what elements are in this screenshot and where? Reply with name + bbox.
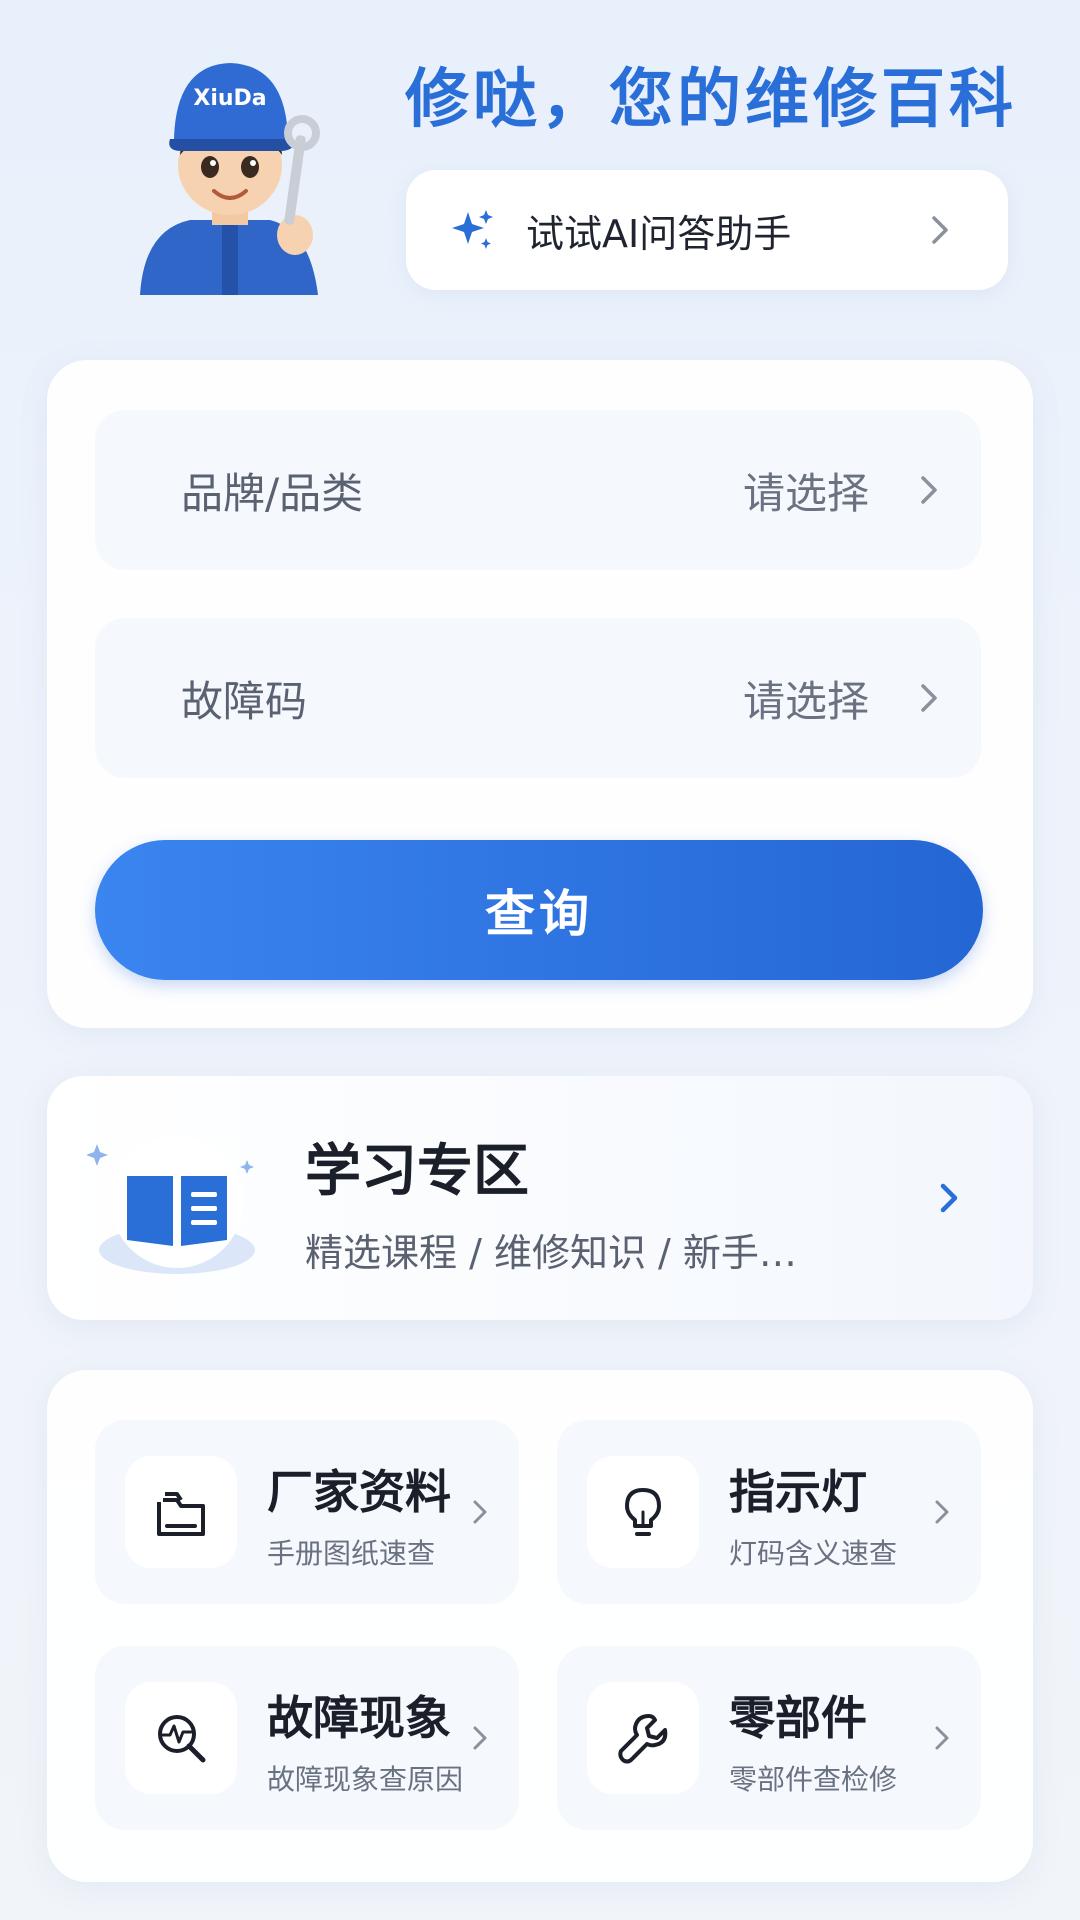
mascot-avatar: XiuDa [140,63,320,295]
headline: 修哒，您的维修百科 [405,63,1017,137]
spare-parts-tile[interactable]: 零部件 零部件查检修 [557,1646,981,1830]
chevron-right-icon [473,1726,487,1750]
fault-symptom-tile[interactable]: 故障现象 故障现象查原因 [95,1646,519,1830]
tile-subtitle: 灯码含义速查 [729,1537,898,1570]
book-icon [87,1136,255,1274]
tools-grid: 厂家资料 手册图纸速查 指示灯 灯码含义速查 故障现象 故障现象查原因 零部件 … [47,1370,1033,1882]
tile-title: 故障现象 [267,1691,451,1745]
diagnostic-search-icon [158,1715,206,1763]
learning-zone-card[interactable]: 学习专区 精选课程 / 维修知识 / 新手… [47,1076,1033,1320]
learning-zone-title: 学习专区 [305,1139,529,1204]
brand-category-select[interactable]: 品牌/品类 请选择 [95,410,981,570]
query-button[interactable]: 查询 [95,840,983,980]
wrench-icon [618,1714,668,1764]
chevron-right-icon [932,216,948,244]
tile-icon-box [125,1682,237,1794]
chevron-right-icon [935,1500,949,1524]
tile-title: 零部件 [729,1691,867,1745]
tile-title: 厂家资料 [267,1465,451,1519]
tile-subtitle: 手册图纸速查 [267,1537,436,1570]
page: XiuDa 修哒，您的维修百科 试试AI问答助手 品牌/品类 请选择 故障码 请… [0,0,1080,1920]
tile-subtitle: 零部件查检修 [729,1763,898,1796]
chevron-right-icon [940,1183,958,1213]
lightbulb-icon [625,1488,661,1536]
indicator-light-tile[interactable]: 指示灯 灯码含义速查 [557,1420,981,1604]
ai-assistant-label: 试试AI问答助手 [526,211,792,256]
tile-icon-box [125,1456,237,1568]
tile-icon-box [587,1682,699,1794]
mascot-badge-text: XiuDa [193,86,266,111]
ai-assistant-button[interactable]: 试试AI问答助手 [406,170,1008,290]
brand-category-value: 请选择 [742,468,869,518]
tile-title: 指示灯 [729,1465,867,1519]
sparkle-icon [452,210,493,249]
learning-zone-subtitle: 精选课程 / 维修知识 / 新手… [305,1231,797,1275]
fault-code-label: 故障码 [181,676,308,726]
folder-icon [157,1492,205,1536]
fault-code-value: 请选择 [742,676,869,726]
manufacturer-docs-tile[interactable]: 厂家资料 手册图纸速查 [95,1420,519,1604]
chevron-right-icon [935,1726,949,1750]
chevron-right-icon [473,1500,487,1524]
fault-code-select[interactable]: 故障码 请选择 [95,618,981,778]
brand-category-label: 品牌/品类 [181,468,364,518]
chevron-right-icon [921,684,937,712]
chevron-right-icon [921,476,937,504]
tile-subtitle: 故障现象查原因 [267,1763,464,1796]
search-card: 品牌/品类 请选择 故障码 请选择 查询 [47,360,1033,1028]
tile-icon-box [587,1456,699,1568]
